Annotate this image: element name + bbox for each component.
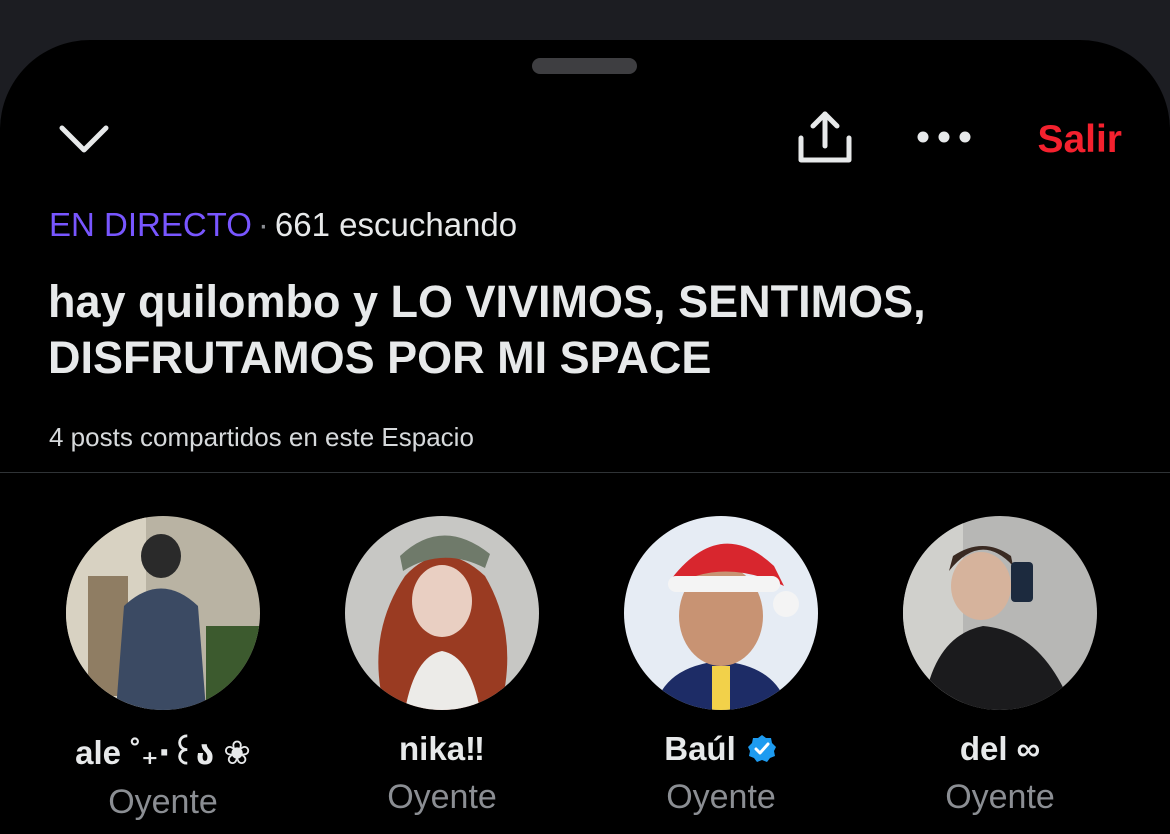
avatar[interactable] [903,516,1097,710]
participant-role: Oyente [108,783,218,821]
participant-name: nika‼ [399,730,485,767]
chevron-down-icon[interactable] [56,118,112,162]
separator: · [257,206,269,243]
participants-row: ale ˚₊‧꒰ა ❀ Oyente nika‼ Oyente Baúl Oye… [0,516,1170,821]
space-title: hay quilombo y LO VIVIMOS, SENTIMOS, DIS… [48,276,926,383]
participant-name: Baúl [601,730,841,768]
share-icon[interactable] [793,106,857,168]
participant-baul[interactable]: Baúl Oyente [601,516,841,817]
participant-role: Oyente [666,778,776,816]
avatar[interactable] [66,516,260,710]
live-status: EN DIRECTO · 661 escuchando [49,206,517,244]
avatar[interactable] [624,516,818,710]
participant-name: del ∞ [959,730,1041,767]
sheet-grabber[interactable] [532,58,637,74]
avatar[interactable] [345,516,539,710]
exit-button[interactable]: Salir [1037,118,1122,162]
participant-ale[interactable]: ale ˚₊‧꒰ა ❀ Oyente [43,516,283,822]
participant-role: Oyente [387,778,497,816]
live-label: EN DIRECTO [49,206,252,243]
verified-badge-icon [747,735,776,762]
more-icon[interactable] [913,122,975,152]
divider [0,472,1170,473]
participant-name: ale ˚₊‧꒰ა ❀ [75,734,251,771]
participant-role: Oyente [945,778,1055,816]
participant-nika[interactable]: nika‼ Oyente [322,516,562,817]
posts-shared-link[interactable]: 4 posts compartidos en este Espacio [49,422,474,453]
space-sheet: Salir EN DIRECTO · 661 escuchando hay quil… [0,40,1170,834]
participant-del[interactable]: del ∞ Oyente [880,516,1120,817]
listener-count: 661 escuchando [274,206,518,243]
